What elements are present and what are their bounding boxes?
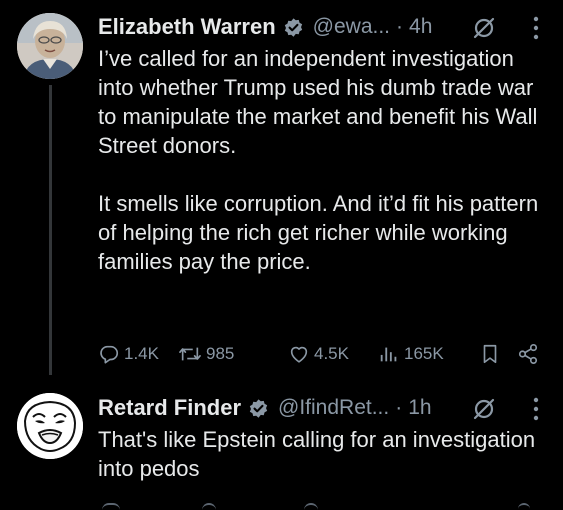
- separator-dot: ·: [396, 15, 404, 38]
- tweet[interactable]: Elizabeth Warren @ewa... · 4h I’ve calle…: [0, 0, 563, 385]
- grok-icon[interactable]: [472, 16, 496, 40]
- tweet-actions-cropped: [98, 503, 548, 508]
- share-icon: [518, 344, 538, 364]
- share-icon[interactable]: [518, 503, 530, 510]
- separator-dot: ·: [395, 396, 403, 419]
- repost-button[interactable]: 985: [178, 340, 234, 368]
- grok-icon[interactable]: [472, 397, 496, 421]
- like-count: 4.5K: [314, 344, 349, 363]
- reply-icon[interactable]: [102, 503, 120, 510]
- repost-icon: [179, 347, 201, 361]
- thread-line: [49, 85, 52, 375]
- author-name[interactable]: Retard Finder: [98, 395, 241, 421]
- views-count: 165K: [404, 344, 444, 363]
- tweet[interactable]: Retard Finder @IfindRet... · 1h That's l…: [0, 385, 563, 508]
- avatar-drawing: [17, 393, 83, 459]
- author-name[interactable]: Elizabeth Warren: [98, 14, 276, 40]
- avatar[interactable]: [17, 393, 83, 459]
- share-button[interactable]: [516, 340, 540, 368]
- avatar-photo: [17, 13, 83, 79]
- views-chart-icon: [380, 347, 397, 362]
- verified-badge-icon: [284, 17, 302, 37]
- more-vertical-icon[interactable]: [532, 15, 540, 41]
- reply-icon: [100, 345, 119, 364]
- timestamp[interactable]: 1h: [408, 396, 431, 420]
- verified-badge-icon: [249, 398, 268, 418]
- bookmark-icon: [483, 344, 497, 364]
- heart-icon[interactable]: [304, 503, 318, 510]
- views-button[interactable]: 165K: [378, 340, 444, 368]
- avatar[interactable]: [17, 13, 83, 79]
- tweet-actions: 1.4K 985 4.5K 165K: [98, 340, 548, 368]
- repost-count: 985: [206, 344, 235, 363]
- bookmark-button[interactable]: [480, 340, 500, 368]
- author-handle[interactable]: @ewa...: [313, 15, 390, 39]
- reply-button[interactable]: 1.4K: [98, 340, 159, 368]
- tweet-text: That's like Epstein calling for an inves…: [98, 427, 536, 481]
- reply-count: 1.4K: [124, 344, 159, 363]
- tweet-text: I’ve called for an independent investiga…: [98, 46, 539, 274]
- author-handle[interactable]: @IfindRet...: [278, 396, 389, 420]
- more-vertical-icon[interactable]: [532, 396, 540, 422]
- heart-icon: [290, 346, 308, 363]
- repost-icon[interactable]: [202, 503, 216, 510]
- timestamp[interactable]: 4h: [409, 15, 432, 39]
- like-button[interactable]: 4.5K: [288, 340, 349, 368]
